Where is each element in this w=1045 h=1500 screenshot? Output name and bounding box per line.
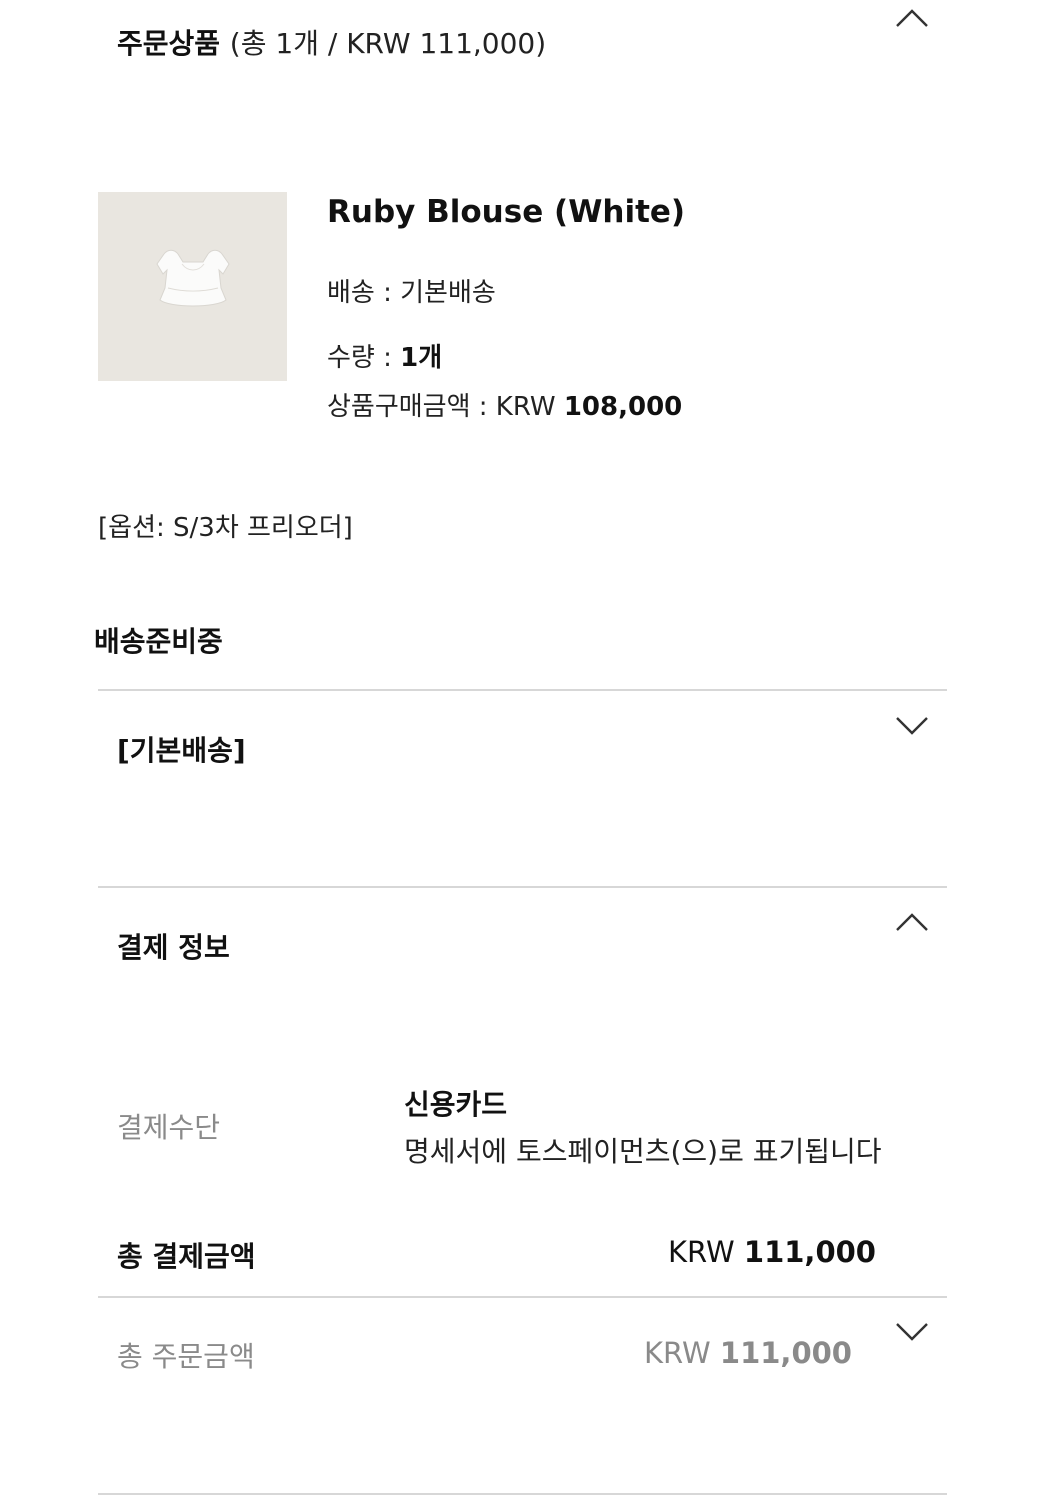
- quantity-label: 수량 :: [327, 343, 401, 373]
- order-items-header: 주문상품 (총 1개 / KRW 111,000): [117, 22, 546, 62]
- product-name[interactable]: Ruby Blouse (White): [327, 194, 685, 230]
- total-order-currency: KRW: [644, 1336, 720, 1370]
- product-thumbnail[interactable]: [98, 192, 287, 381]
- chevron-up-icon[interactable]: [895, 912, 929, 932]
- product-price: 상품구매금액 : KRW 108,000: [327, 386, 682, 423]
- divider: [98, 689, 947, 691]
- payment-method-note: 명세서에 토스페이먼츠(으)로 표기됩니다: [404, 1135, 882, 1168]
- order-items-summary: (총 1개 / KRW 111,000): [229, 27, 547, 60]
- blouse-image: [156, 249, 230, 307]
- product-shipping: 배송 : 기본배송: [327, 272, 496, 309]
- chevron-down-icon[interactable]: [895, 716, 929, 736]
- product-option: [옵션: S/3차 프리오더]: [98, 513, 353, 543]
- price-label: 상품구매금액 : KRW: [327, 392, 564, 422]
- shipping-label: 배송 :: [327, 278, 401, 308]
- total-payment-value: 111,000: [743, 1235, 876, 1269]
- divider: [98, 886, 947, 888]
- payment-method-value: 신용카드: [404, 1088, 508, 1121]
- total-order-value: 111,000: [719, 1336, 852, 1370]
- chevron-down-icon[interactable]: [895, 1322, 929, 1342]
- price-value: 108,000: [563, 392, 683, 422]
- divider: [98, 1296, 947, 1298]
- divider: [98, 1493, 947, 1495]
- chevron-up-icon[interactable]: [895, 8, 929, 28]
- total-payment-amount: KRW 111,000: [668, 1235, 876, 1269]
- total-order-label[interactable]: 총 주문금액: [117, 1335, 255, 1375]
- payment-method-label: 결제수단: [117, 1111, 221, 1144]
- total-order-amount: KRW 111,000: [644, 1336, 852, 1370]
- order-items-title: 주문상품: [117, 27, 221, 60]
- product-quantity: 수량 : 1개: [327, 337, 442, 374]
- order-status: 배송준비중: [94, 625, 223, 658]
- shipping-group-title[interactable]: [기본배송]: [117, 729, 246, 769]
- total-payment-label: 총 결제금액: [117, 1240, 256, 1273]
- payment-info-title: 결제 정보: [117, 931, 230, 964]
- total-payment-currency: KRW: [668, 1235, 744, 1269]
- shipping-value: 기본배송: [400, 278, 496, 308]
- quantity-value: 1개: [400, 343, 443, 373]
